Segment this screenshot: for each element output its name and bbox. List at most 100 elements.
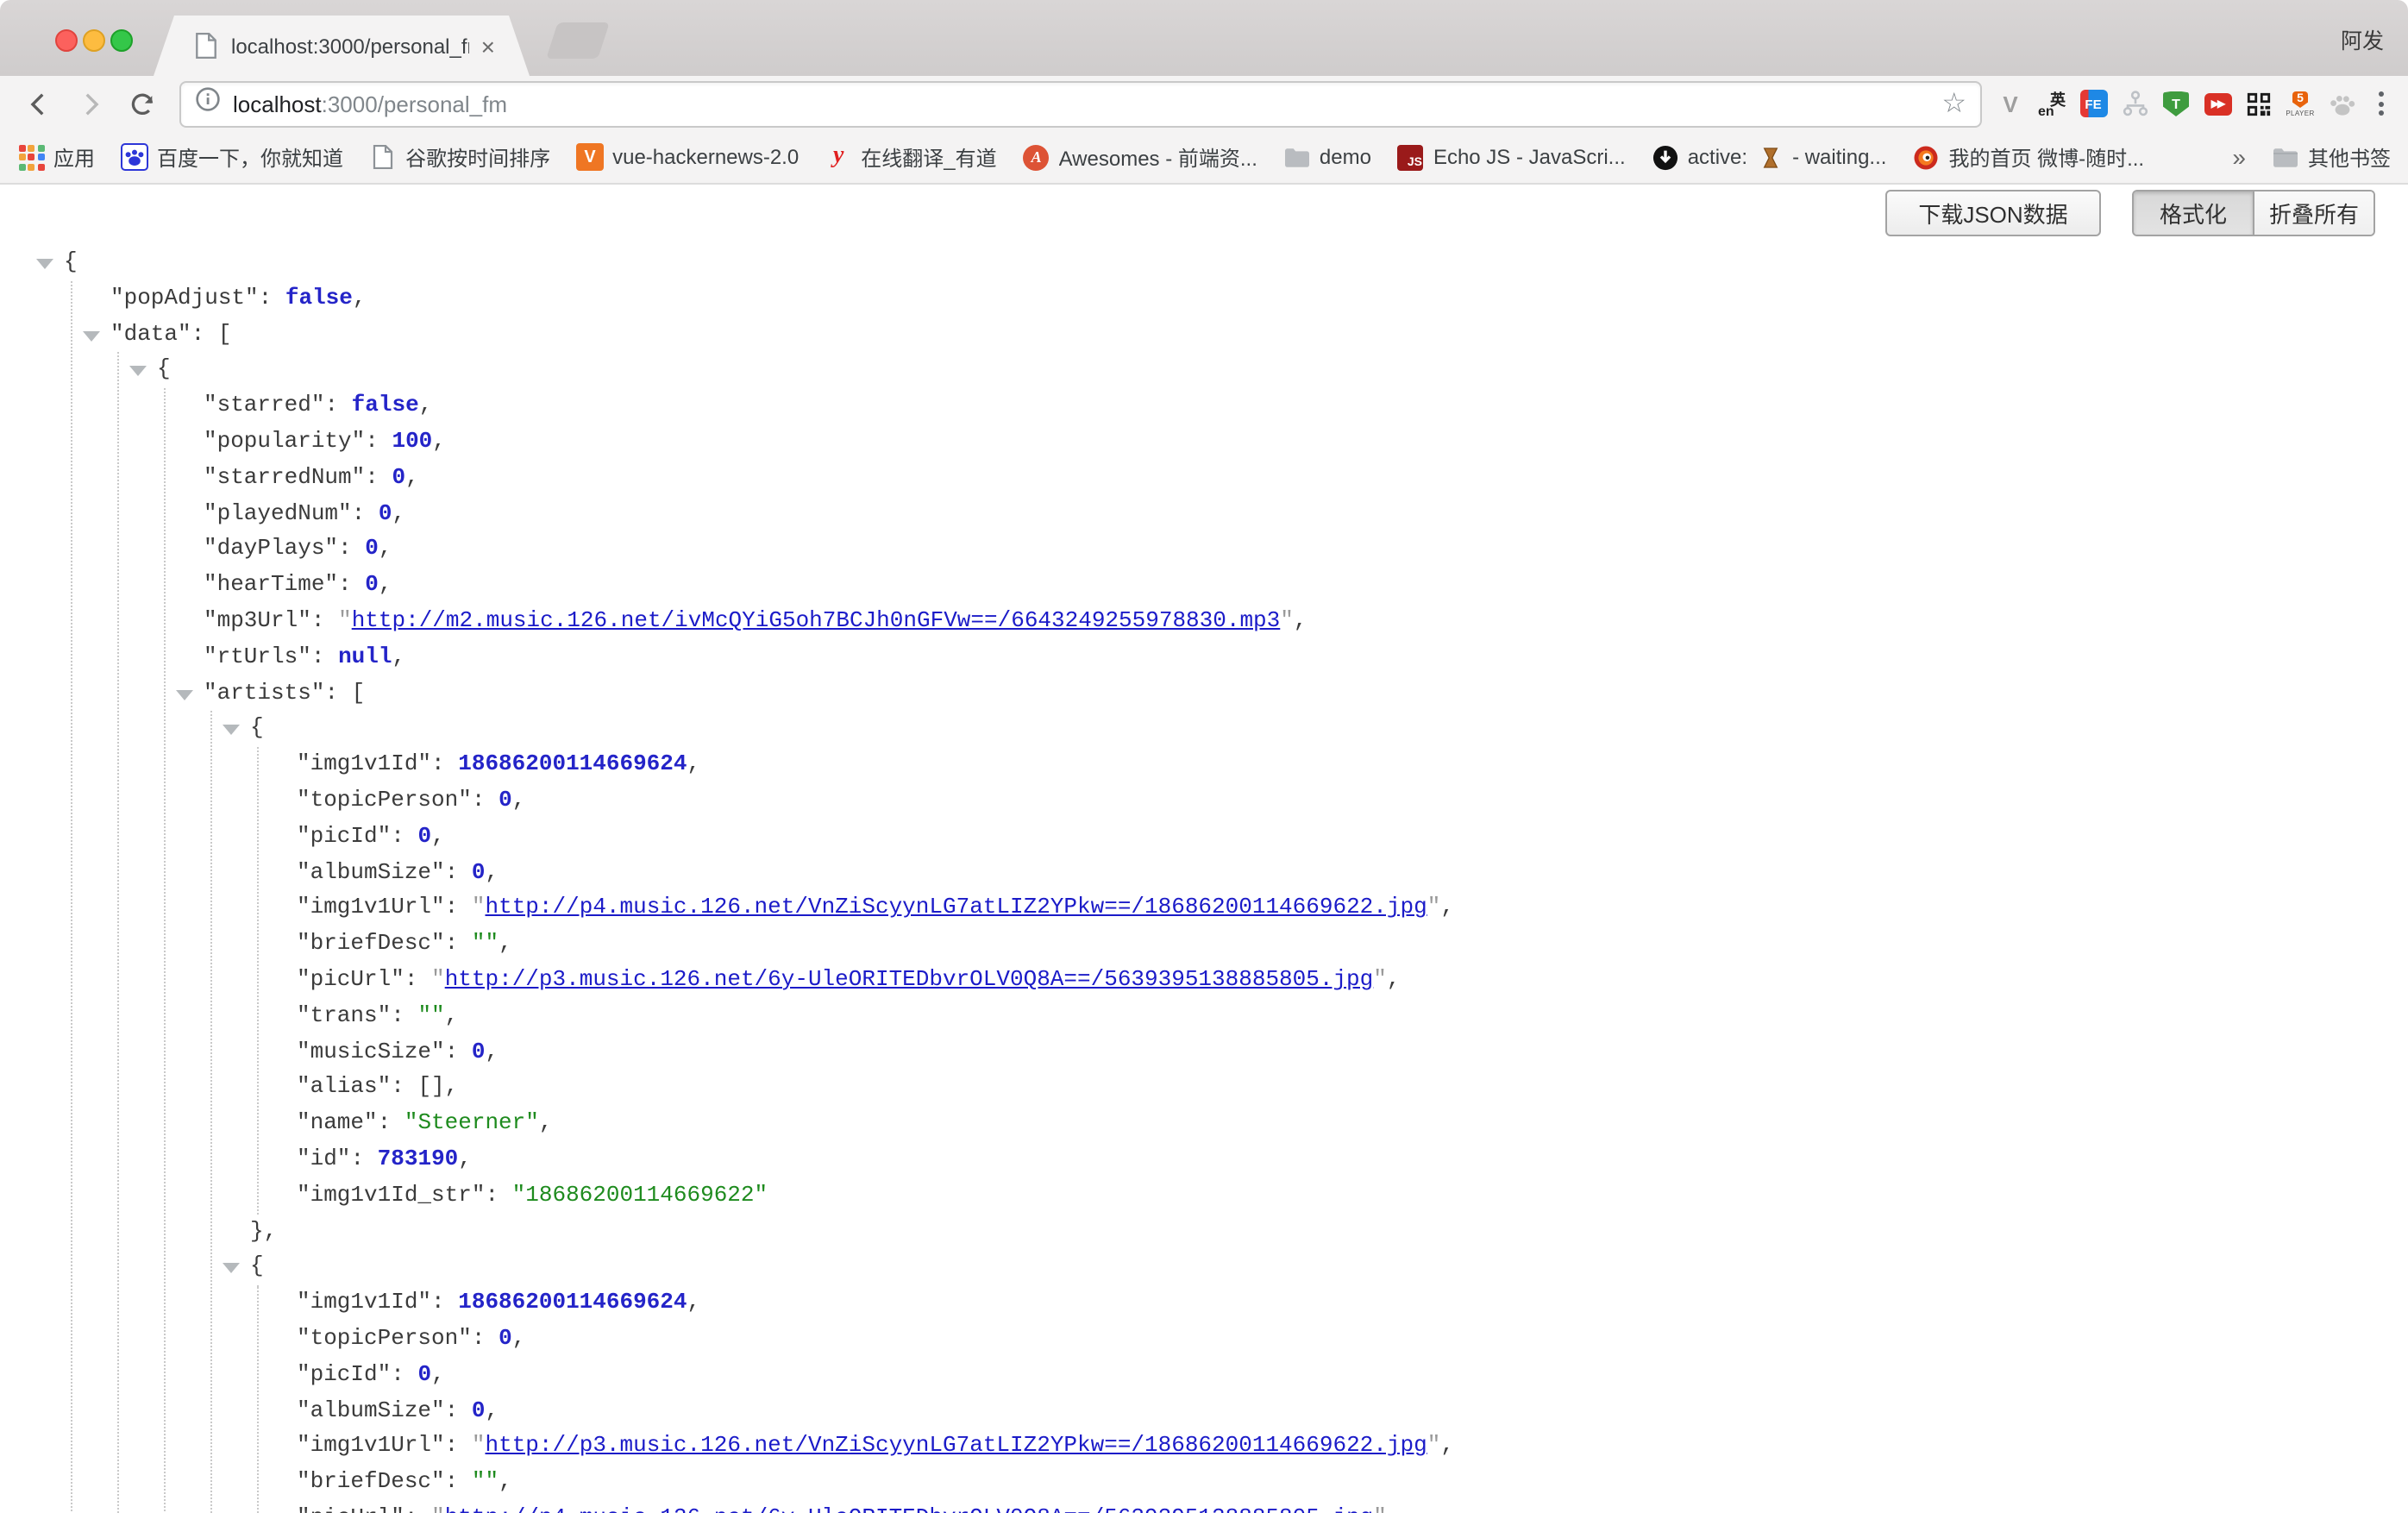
extension-icons: V 英en FE T ▶▶ 5PLAYER (1996, 89, 2356, 118)
folder-icon (1283, 143, 1311, 171)
minimize-window-button[interactable] (83, 29, 105, 52)
collapse-toggle-icon[interactable] (176, 689, 193, 700)
fe-helper-icon[interactable]: FE (2079, 89, 2108, 118)
json-line: "name": "Steerner", (297, 1106, 1454, 1142)
browser-tab[interactable]: localhost:3000/personal_fm × (154, 16, 530, 76)
format-button[interactable]: 格式化 (2134, 191, 2254, 235)
json-line: "artists": [ (204, 675, 1454, 712)
vue-devtools-icon[interactable]: V (1996, 89, 2025, 118)
bookmark-item[interactable]: 我的首页 微博-随时... (1912, 142, 2144, 172)
json-line: "briefDesc": "", (297, 1465, 1454, 1501)
vue-v-icon: V (576, 143, 604, 171)
bookmark-item[interactable]: 谷歌按时间排序 (369, 142, 550, 172)
fast-forward-icon: ▶▶ (2204, 90, 2231, 117)
sitemap-icon (2121, 90, 2148, 117)
json-line: "popularity": 100, (204, 424, 1454, 461)
new-tab-button[interactable] (546, 22, 610, 59)
collapse-toggle-icon[interactable] (83, 330, 100, 341)
json-viewer: {"popAdjust": false,"data": [{"starred":… (0, 245, 1454, 1513)
bookmark-item[interactable]: y在线翻译_有道 (825, 142, 996, 172)
overflow-menu-icon[interactable] (2372, 91, 2391, 116)
json-line: "picId": 0, (297, 1357, 1454, 1393)
back-arrow-icon[interactable] (17, 83, 59, 124)
toolbar: localhost:3000/personal_fm ☆ V 英en FE T ▶▶ 5P… (0, 76, 2408, 131)
tab-title: localhost:3000/personal_fm (231, 34, 469, 58)
sitemap-icon[interactable] (2120, 89, 2149, 118)
json-line: { (157, 353, 1454, 389)
star-icon[interactable]: ☆ (1941, 86, 1966, 121)
tab-close-icon[interactable]: × (481, 34, 495, 58)
json-url-link[interactable]: http://p3.music.126.net/6y-UleORITEDbvrO… (445, 966, 1374, 992)
tampermonkey-icon[interactable]: T (2161, 89, 2191, 118)
json-line: "img1v1Url": "http://p3.music.126.net/Vn… (297, 1429, 1454, 1466)
bookmark-label: 在线翻译_有道 (861, 142, 996, 172)
profile-name[interactable]: 阿发 (2341, 22, 2384, 55)
url-address-bar[interactable]: localhost:3000/personal_fm ☆ (179, 80, 1982, 127)
bookmark-item[interactable]: 应用 (17, 142, 95, 172)
bookmark-item[interactable]: JS Echo JS - JavaScri... (1397, 143, 1626, 171)
json-url-link[interactable]: http://p3.music.126.net/VnZiScyynLG7atLI… (486, 1433, 1427, 1459)
bookmarks-overflow-icon[interactable]: » (2232, 143, 2246, 171)
paw-icon[interactable] (2327, 89, 2356, 118)
paw-icon (2328, 90, 2355, 117)
bookmark-item[interactable]: demo (1283, 143, 1371, 171)
hourglass-icon (1756, 143, 1784, 171)
view-mode-segmented-control: 格式化 折叠所有 (2132, 190, 2375, 236)
awesomes-a-icon: A (1023, 143, 1050, 171)
forward-arrow-icon[interactable] (69, 83, 110, 124)
close-window-button[interactable] (55, 29, 78, 52)
bookmarks-bar: 应用 百度一下，你就知道 谷歌按时间排序 Vvue-hackernews-2.0 y在线… (0, 131, 2408, 185)
bookmark-label: 我的首页 微博-随时... (1948, 142, 2144, 172)
json-line: "alias": [], (297, 1070, 1454, 1107)
json-url-link[interactable]: http://p4.music.126.net/VnZiScyynLG7atLI… (486, 895, 1427, 920)
json-line: "starred": false, (204, 388, 1454, 424)
weibo-eye-icon (1912, 143, 1940, 171)
json-line: "img1v1Url": "http://p4.music.126.net/Vn… (297, 891, 1454, 927)
qr-code-icon[interactable] (2244, 89, 2273, 118)
collapse-toggle-icon[interactable] (223, 725, 240, 736)
reload-icon[interactable] (121, 83, 162, 124)
json-line: "data": [ (110, 317, 1454, 353)
bookmark-item[interactable]: 百度一下，你就知道 (121, 142, 343, 172)
download-json-button[interactable]: 下载JSON数据 (1885, 190, 2101, 236)
json-line: "trans": "", (297, 998, 1454, 1034)
bookmark-label: vue-hackernews-2.0 (612, 145, 799, 169)
collapse-toggle-icon[interactable] (129, 367, 147, 377)
collapse-toggle-icon[interactable] (223, 1264, 240, 1274)
json-line: "starredNum": 0, (204, 461, 1454, 497)
collapse-all-button[interactable]: 折叠所有 (2254, 191, 2374, 235)
folder-icon (2272, 143, 2299, 171)
zoom-window-button[interactable] (110, 29, 133, 52)
json-line: "picUrl": "http://p4.music.126.net/6y-Ul… (297, 1501, 1454, 1513)
qr-code-icon (2245, 90, 2273, 117)
json-url-link[interactable]: http://p4.music.126.net/6y-UleORITEDbvrO… (445, 1504, 1374, 1513)
bookmark-label: 应用 (53, 142, 95, 172)
bookmark-label: 百度一下，你就知道 (157, 142, 343, 172)
tampermonkey-icon: T (2162, 90, 2190, 117)
translate-icon[interactable]: 英en (2037, 89, 2066, 118)
json-line: "img1v1Id": 18686200114669624, (297, 1285, 1454, 1322)
bookmark-item[interactable]: A Awesomes - 前端资... (1023, 142, 1257, 172)
other-bookmarks-folder[interactable]: 其他书签 (2272, 142, 2391, 172)
json-line: "briefDesc": "", (297, 926, 1454, 963)
info-icon[interactable] (195, 86, 221, 121)
bookmark-label: 谷歌按时间排序 (405, 142, 550, 172)
bookmark-label: - waiting... (1792, 145, 1886, 169)
html5-player-icon[interactable]: 5PLAYER (2286, 89, 2315, 118)
json-line: "dayPlays": 0, (204, 532, 1454, 568)
bookmark-label: Awesomes - 前端资... (1059, 142, 1257, 172)
echo-js-icon: JS (1397, 143, 1425, 171)
bookmark-label: demo (1320, 145, 1371, 169)
collapse-toggle-icon[interactable] (36, 259, 53, 269)
json-line: "img1v1Id": 18686200114669624, (297, 747, 1454, 783)
json-line: "rtUrls": null, (204, 640, 1454, 676)
fast-forward-icon[interactable]: ▶▶ (2203, 89, 2232, 118)
bookmark-item[interactable]: active:- waiting... (1652, 143, 1887, 171)
bookmark-label: Echo JS - JavaScri... (1433, 145, 1626, 169)
json-url-link[interactable]: http://m2.music.126.net/ivMcQYiG5oh7BCJh… (352, 607, 1281, 633)
bookmark-item[interactable]: Vvue-hackernews-2.0 (576, 143, 799, 171)
translate-icon: 英en (2038, 90, 2066, 117)
json-line: "img1v1Id_str": "18686200114669622" (297, 1177, 1454, 1214)
tab-strip: localhost:3000/personal_fm × 阿发 (0, 0, 2408, 76)
html5-player-icon: 5PLAYER (2286, 90, 2314, 117)
